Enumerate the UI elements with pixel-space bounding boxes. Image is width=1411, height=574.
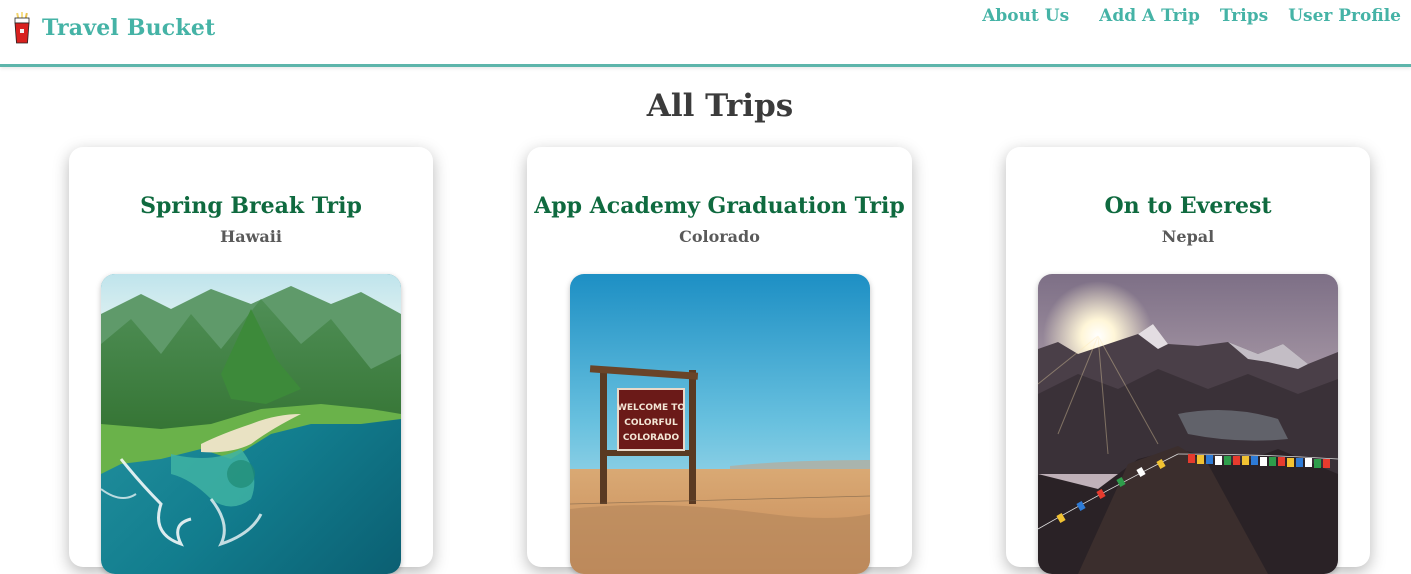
trip-card-everest[interactable]: On to Everest Nepal — [1006, 147, 1370, 574]
nav-link-about-us[interactable]: About Us — [982, 6, 1069, 26]
nav-link-add-a-trip[interactable]: Add A Trip — [1099, 6, 1200, 26]
trip-title: Spring Break Trip — [140, 193, 362, 219]
trip-location: Nepal — [1161, 227, 1215, 246]
sign-text-line-1: WELCOME TO — [616, 403, 684, 413]
trip-card-graduation[interactable]: App Academy Graduation Trip Colorado WEL… — [527, 147, 912, 574]
trip-title: On to Everest — [1104, 193, 1272, 219]
sign-text-line-3: COLORADO — [622, 433, 679, 443]
navbar: Travel Bucket About Us Add A Trip Trips … — [0, 0, 1411, 67]
colorado-sign-photo-icon[interactable]: WELCOME TO COLORFUL COLORADO — [569, 274, 870, 574]
trip-card-spring-break[interactable]: Spring Break Trip Hawaii — [69, 147, 433, 574]
trip-location: Colorado — [679, 227, 760, 246]
hawaii-coast-photo-icon[interactable] — [101, 274, 401, 574]
nav-links: About Us Add A Trip Trips User Profile — [982, 6, 1401, 26]
trip-title: App Academy Graduation Trip — [534, 193, 905, 219]
page-title: All Trips — [646, 88, 794, 124]
brand-name: Travel Bucket — [42, 15, 216, 41]
sign-text-line-2: COLORFUL — [624, 418, 678, 428]
nav-link-user-profile[interactable]: User Profile — [1288, 6, 1401, 26]
everest-mountains-photo-icon[interactable] — [1038, 274, 1338, 574]
trip-location: Hawaii — [220, 227, 282, 246]
brand-link[interactable]: Travel Bucket — [12, 12, 215, 44]
nav-link-trips[interactable]: Trips — [1220, 6, 1268, 26]
bucket-logo-icon — [12, 12, 32, 44]
